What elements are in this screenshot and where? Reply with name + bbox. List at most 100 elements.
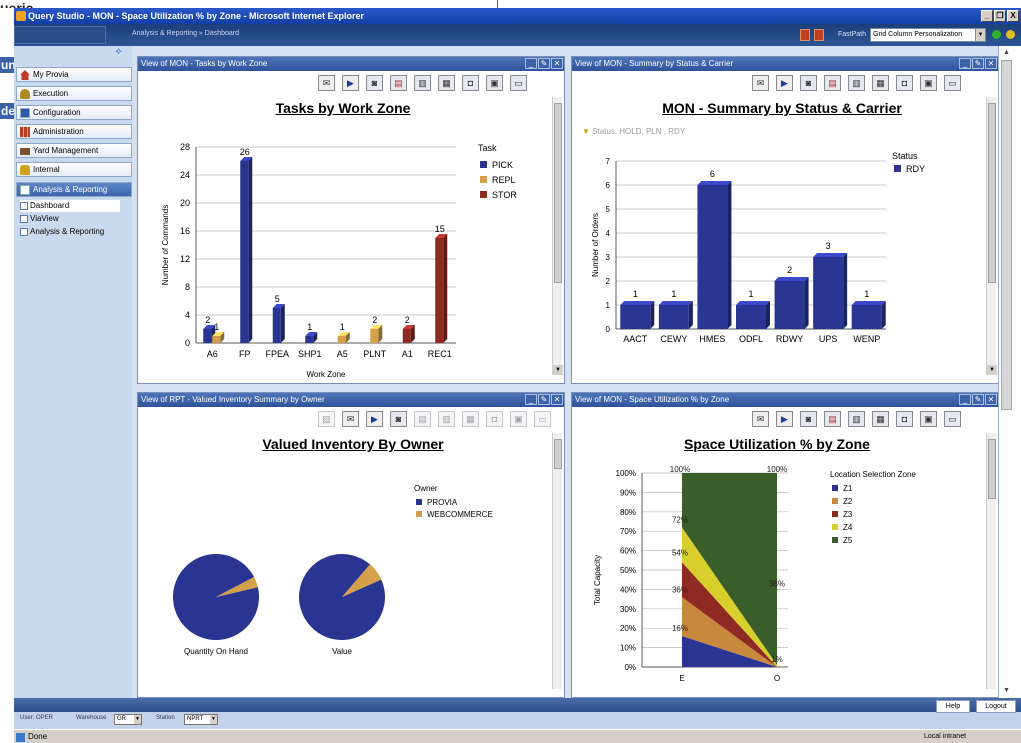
table-icon[interactable]: ▦ xyxy=(438,75,455,91)
user-label: User: OPER xyxy=(20,715,54,721)
collapse-sidebar-icon[interactable]: ⟡ xyxy=(115,47,122,57)
edit-panel-button[interactable]: ✎ xyxy=(972,394,984,405)
panel-scrollbar[interactable] xyxy=(986,433,996,689)
legend-swatch xyxy=(832,511,838,517)
sidebar-item-administration[interactable]: Administration xyxy=(16,124,132,139)
csv-icon[interactable]: ▣ xyxy=(920,411,937,427)
save-icon[interactable]: ▭ xyxy=(944,75,961,91)
panel-scrollbar[interactable]: ▼ xyxy=(552,97,563,375)
logout-button[interactable]: Logout xyxy=(976,700,1016,713)
scroll-down-icon[interactable]: ▼ xyxy=(987,365,997,375)
tick-label: 0 xyxy=(606,325,611,334)
sidebar-item-my-provia[interactable]: My Provia xyxy=(16,67,132,82)
sidebar-item-analysis-reporting[interactable]: Analysis & Reporting xyxy=(16,182,132,197)
scroll-thumb[interactable] xyxy=(988,439,996,499)
sidebar-item-label: Yard Management xyxy=(33,146,99,155)
sidebar-subitem-dashboard[interactable]: Dashboard xyxy=(20,200,120,212)
pdf-icon[interactable]: ▤ xyxy=(824,411,841,427)
table-icon[interactable]: ▦ xyxy=(872,75,889,91)
minimize-panel-button[interactable]: _ xyxy=(525,58,537,69)
sidebar-item-internal[interactable]: Internal xyxy=(16,162,132,177)
data-label: 1 xyxy=(671,289,676,299)
pdf-icon[interactable]: ▤ xyxy=(390,75,407,91)
email-icon[interactable]: ✉ xyxy=(342,411,359,427)
page-scrollbar[interactable]: ▲ ▼ xyxy=(998,46,1014,698)
close-button[interactable]: X xyxy=(1007,10,1019,22)
help-button[interactable]: Help xyxy=(936,700,970,713)
close-panel-button[interactable]: ✕ xyxy=(985,58,997,69)
scroll-thumb[interactable] xyxy=(1001,60,1012,410)
save-icon[interactable]: ▭ xyxy=(510,75,527,91)
edit-panel-button[interactable]: ✎ xyxy=(538,58,550,69)
favorites-icon[interactable] xyxy=(814,29,824,41)
excel-icon[interactable]: ▥ xyxy=(414,75,431,91)
pdf-icon[interactable]: ▤ xyxy=(414,411,431,427)
restore-button[interactable]: ❐ xyxy=(994,10,1006,22)
scroll-down-icon[interactable]: ▼ xyxy=(553,365,563,375)
save-icon[interactable]: ▭ xyxy=(534,411,551,427)
run-icon[interactable]: ▶ xyxy=(776,75,793,91)
table-icon[interactable]: ▦ xyxy=(462,411,479,427)
xml-icon[interactable]: ◘ xyxy=(896,75,913,91)
email-icon[interactable]: ✉ xyxy=(752,411,769,427)
table-icon[interactable]: ▦ xyxy=(872,411,889,427)
bar-top xyxy=(774,277,809,281)
tick-label: 4 xyxy=(606,229,611,238)
scroll-thumb[interactable] xyxy=(988,103,996,283)
fastpath-select[interactable]: Grid Column Personalization ▼ xyxy=(870,28,986,42)
xml-icon[interactable]: ◘ xyxy=(486,411,503,427)
email-icon[interactable]: ✉ xyxy=(752,75,769,91)
sidebar-item-execution[interactable]: Execution xyxy=(16,86,132,101)
html-view-icon[interactable]: ◙ xyxy=(800,75,817,91)
excel-icon[interactable]: ▥ xyxy=(848,75,865,91)
minimize-panel-button[interactable]: _ xyxy=(525,394,537,405)
refresh-icon[interactable] xyxy=(1006,30,1015,39)
tick-label: 0 xyxy=(185,338,190,348)
warehouse-select[interactable]: GR ▼ xyxy=(114,714,142,725)
excel-icon[interactable]: ▥ xyxy=(848,411,865,427)
sidebar-item-yard-management[interactable]: Yard Management xyxy=(16,143,132,158)
sidebar-subitem-analysis-reporting[interactable]: Analysis & Reporting xyxy=(20,226,120,238)
drill-icon[interactable]: ▧ xyxy=(318,411,335,427)
run-icon[interactable]: ▶ xyxy=(342,75,359,91)
xml-icon[interactable]: ◘ xyxy=(896,411,913,427)
pdf-icon[interactable]: ▤ xyxy=(824,75,841,91)
close-panel-button[interactable]: ✕ xyxy=(551,394,563,405)
close-panel-button[interactable]: ✕ xyxy=(985,394,997,405)
station-select[interactable]: NPRT ▼ xyxy=(184,714,218,725)
bar xyxy=(851,305,882,329)
csv-icon[interactable]: ▣ xyxy=(486,75,503,91)
panel-header: View of MON - Space Utilization % by Zon… xyxy=(572,393,998,407)
panel-scrollbar[interactable]: ▼ xyxy=(986,97,997,375)
close-panel-button[interactable]: ✕ xyxy=(551,58,563,69)
minimize-panel-button[interactable]: _ xyxy=(959,58,971,69)
run-icon[interactable]: ▶ xyxy=(366,411,383,427)
panel-scrollbar[interactable] xyxy=(552,433,562,689)
csv-icon[interactable]: ▣ xyxy=(510,411,527,427)
sidebar-subitem-viaview[interactable]: ViaView xyxy=(20,213,120,225)
excel-icon[interactable]: ▥ xyxy=(438,411,455,427)
edit-panel-button[interactable]: ✎ xyxy=(538,394,550,405)
scroll-up-icon[interactable]: ▲ xyxy=(1001,48,1012,58)
save-icon[interactable]: ▭ xyxy=(944,411,961,427)
scroll-down-icon[interactable]: ▼ xyxy=(1001,686,1012,696)
email-icon[interactable]: ✉ xyxy=(318,75,335,91)
panel-header: View of MON - Summary by Status & Carrie… xyxy=(572,57,998,71)
minimize-panel-button[interactable]: _ xyxy=(959,394,971,405)
print-icon[interactable] xyxy=(800,29,810,41)
edit-panel-button[interactable]: ✎ xyxy=(972,58,984,69)
minimize-button[interactable]: _ xyxy=(981,10,993,22)
scroll-thumb[interactable] xyxy=(554,439,562,469)
run-icon[interactable]: ▶ xyxy=(776,411,793,427)
panel-controls: _ ✎ ✕ xyxy=(959,394,997,405)
html-view-icon[interactable]: ◙ xyxy=(366,75,383,91)
go-icon[interactable] xyxy=(992,30,1001,39)
scroll-thumb[interactable] xyxy=(554,103,562,283)
app-header-icons xyxy=(800,29,824,41)
window-titlebar[interactable]: Query Studio - MON - Space Utilization %… xyxy=(14,8,1021,24)
csv-icon[interactable]: ▣ xyxy=(920,75,937,91)
html-view-icon[interactable]: ◙ xyxy=(390,411,407,427)
xml-icon[interactable]: ◘ xyxy=(462,75,479,91)
sidebar-item-configuration[interactable]: Configuration xyxy=(16,105,132,120)
html-view-icon[interactable]: ◙ xyxy=(800,411,817,427)
